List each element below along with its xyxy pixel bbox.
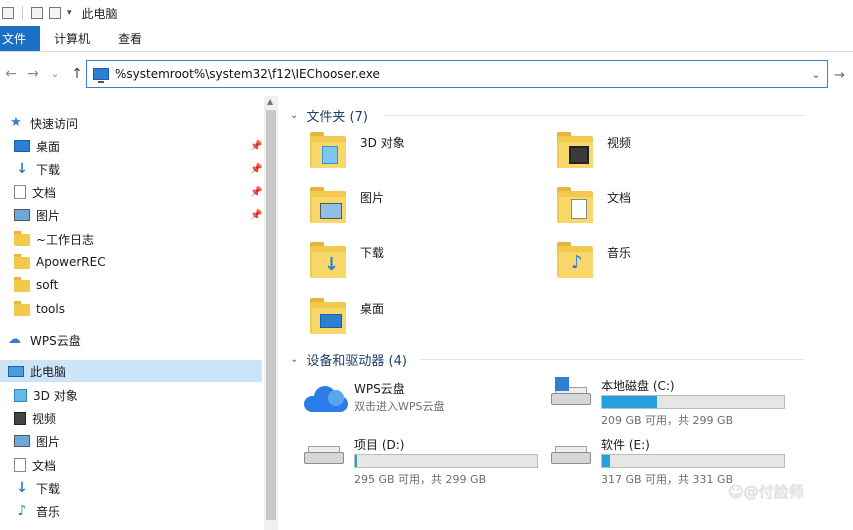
folder-icon (14, 301, 30, 316)
tab-computer[interactable]: 计算机 (40, 26, 104, 51)
sidebar-item-this-pc[interactable]: 此电脑 (0, 360, 262, 382)
sidebar-item-pictures[interactable]: 图片 📌 (0, 204, 262, 226)
folder-desktop[interactable]: 桌面 (310, 296, 550, 348)
system-drive-icon (551, 377, 591, 405)
sidebar-item-work-log[interactable]: ~工作日志 (0, 228, 262, 250)
sidebar-item-documents-pc[interactable]: 文档 (0, 454, 262, 476)
drive-c[interactable]: 本地磁盘 (C:) 209 GB 可用，共 299 GB (551, 377, 791, 427)
group-header-folders[interactable]: ⌄ 文件夹 (7) (290, 106, 368, 125)
star-icon: ★ (10, 115, 22, 130)
music-folder-icon: ♪ (557, 240, 593, 278)
folder-music[interactable]: ♪ 音乐 (557, 240, 797, 292)
pin-icon[interactable]: 📌 (250, 187, 262, 198)
drive-usage-bar (354, 454, 538, 468)
download-icon: ↓ (16, 480, 28, 496)
title-bar: ▾ 此电脑 (0, 0, 853, 26)
sidebar-item-documents[interactable]: 文档 📌 (0, 181, 262, 203)
tab-view[interactable]: 查看 (104, 26, 156, 51)
drive-usage-bar (601, 454, 785, 468)
picture-icon (14, 209, 30, 221)
address-input[interactable]: %systemroot%\system32\f12\IEChooser.exe (115, 67, 805, 81)
sidebar-item-desktop[interactable]: 桌面 📌 (0, 135, 262, 157)
navigation-pane: ★ 快速访问 桌面 📌 ↓ 下载 📌 文档 📌 图片 📌 ~工作日志 Apowe… (0, 96, 264, 530)
wps-cloud-icon (304, 384, 348, 412)
pictures-folder-icon (310, 185, 346, 223)
hard-drive-icon (304, 446, 344, 464)
sidebar-item-quick-access[interactable]: ★ 快速访问 (0, 112, 262, 134)
sidebar-item-wps-cloud[interactable]: ☁ WPS云盘 (0, 329, 262, 351)
pin-icon[interactable]: 📌 (250, 164, 262, 175)
cloud-icon: ☁ (8, 332, 21, 347)
sidebar-item-tools[interactable]: tools (0, 298, 262, 320)
app-icon[interactable] (2, 7, 14, 19)
go-arrow-icon[interactable]: → (834, 68, 845, 83)
folder-pictures[interactable]: 图片 (310, 185, 550, 237)
watermark: ☺@付脸师 (728, 483, 804, 501)
sidebar-item-pictures-pc[interactable]: 图片 (0, 430, 262, 452)
sidebar-item-apowerrec[interactable]: ApowerREC (0, 251, 262, 273)
documents-folder-icon (557, 185, 593, 223)
3d-objects-icon (14, 388, 27, 402)
downloads-folder-icon: ↓ (310, 240, 346, 278)
drive-usage-bar (601, 395, 785, 409)
hard-drive-icon (551, 446, 591, 464)
group-divider (420, 359, 804, 360)
tab-file[interactable]: 文件 (0, 26, 41, 51)
folder-icon (14, 231, 30, 246)
chevron-down-icon[interactable]: ⌄ (290, 354, 298, 365)
picture-icon (14, 435, 30, 447)
address-dropdown-icon[interactable]: ⌄ (805, 68, 827, 81)
chevron-down-icon[interactable]: ⌄ (290, 110, 298, 121)
quick-access-toolbar: ▾ (0, 6, 72, 20)
address-bar[interactable]: %systemroot%\system32\f12\IEChooser.exe … (86, 60, 828, 88)
forward-button[interactable]: → (22, 66, 44, 82)
folder-icon (14, 254, 30, 269)
sidebar-item-downloads[interactable]: ↓ 下载 📌 (0, 158, 262, 180)
drive-e[interactable]: 软件 (E:) 317 GB 可用，共 331 GB (551, 436, 791, 486)
sidebar-item-music[interactable]: ♪ 音乐 (0, 500, 262, 522)
drive-d[interactable]: 项目 (D:) 295 GB 可用，共 299 GB (304, 436, 544, 486)
3d-objects-folder-icon (310, 130, 346, 168)
document-icon (14, 458, 26, 472)
group-header-devices[interactable]: ⌄ 设备和驱动器 (4) (290, 350, 407, 369)
music-icon: ♪ (17, 503, 27, 519)
video-icon (14, 411, 26, 425)
sidebar-item-videos[interactable]: 视频 (0, 407, 262, 429)
desktop-folder-icon (310, 296, 346, 334)
folder-downloads[interactable]: ↓ 下载 (310, 240, 550, 292)
recent-locations-icon[interactable]: ⌄ (44, 69, 66, 80)
content-pane: ⌄ 文件夹 (7) 3D 对象 视频 图片 文档 ↓ 下载 ♪ 音乐 桌面 ⌄ … (280, 96, 853, 530)
properties-icon[interactable] (31, 7, 43, 19)
scroll-up-icon[interactable]: ▲ (267, 97, 273, 106)
toolbar-separator (22, 6, 23, 20)
sidebar-item-3d-objects[interactable]: 3D 对象 (0, 384, 262, 406)
window-title: 此电脑 (81, 6, 118, 21)
video-folder-icon (557, 130, 593, 168)
sidebar-item-downloads-pc[interactable]: ↓ 下载 (0, 477, 262, 499)
folder-documents[interactable]: 文档 (557, 185, 797, 237)
computer-icon (8, 365, 24, 377)
sidebar-item-soft[interactable]: soft (0, 274, 262, 296)
download-icon: ↓ (16, 161, 28, 177)
pin-icon[interactable]: 📌 (250, 210, 262, 221)
up-button[interactable]: ↑ (66, 66, 88, 82)
new-folder-icon[interactable] (49, 7, 61, 19)
folder-icon (14, 277, 30, 292)
desktop-icon (14, 140, 30, 152)
scrollbar-thumb[interactable] (266, 110, 276, 520)
sidebar-scrollbar[interactable]: ▲ (264, 96, 278, 530)
document-icon (14, 185, 26, 199)
ribbon-tabs: 文件 计算机 查看 (0, 26, 853, 52)
customize-toolbar-icon[interactable]: ▾ (67, 8, 72, 18)
pin-icon[interactable]: 📌 (250, 141, 262, 152)
navigation-bar: ← → ⌄ ↑ %systemroot%\system32\f12\IEChoo… (0, 56, 853, 92)
drive-wps-cloud[interactable]: WPS云盘 双击进入WPS云盘 (304, 380, 544, 426)
computer-icon (93, 68, 109, 83)
group-divider (384, 115, 804, 116)
folder-videos[interactable]: 视频 (557, 130, 797, 182)
back-button[interactable]: ← (0, 66, 22, 82)
folder-3d-objects[interactable]: 3D 对象 (310, 130, 550, 182)
